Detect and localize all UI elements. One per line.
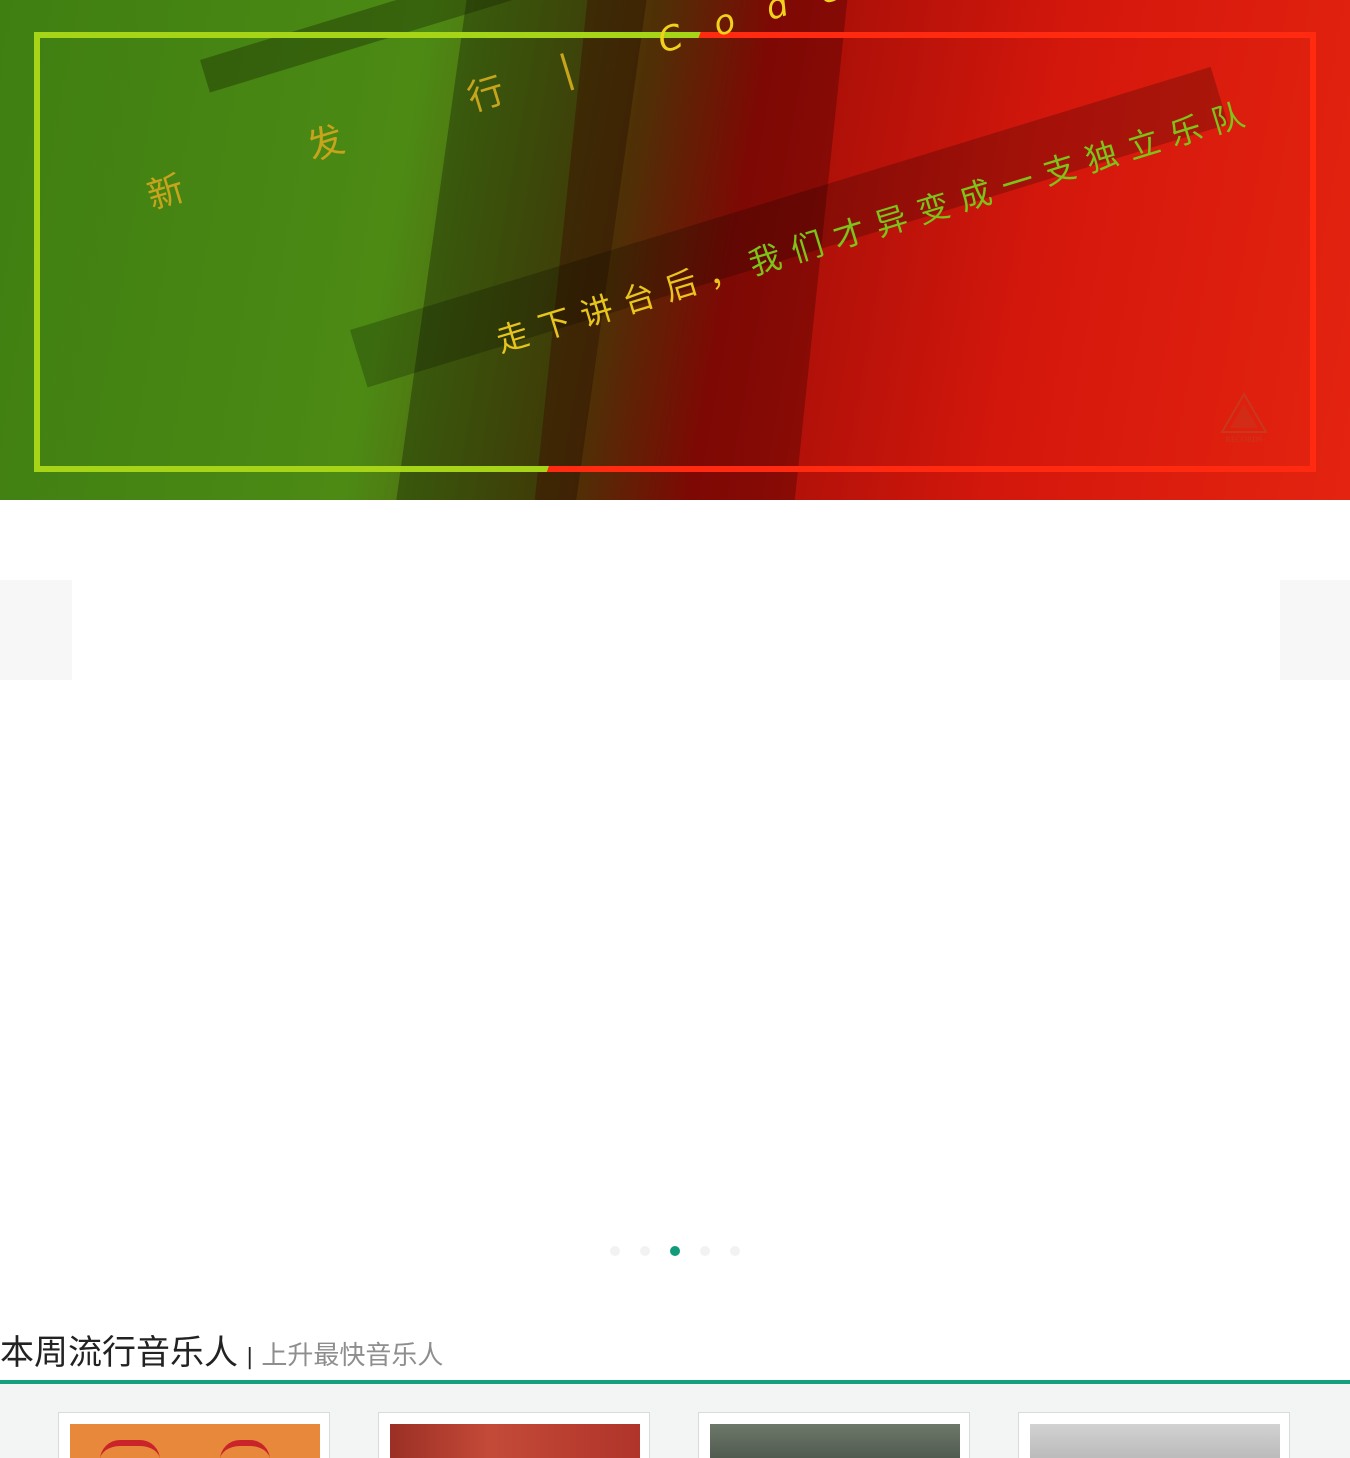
artist-thumbnail <box>1030 1424 1280 1458</box>
carousel-dot-2[interactable] <box>640 1246 650 1256</box>
artist-card[interactable] <box>698 1412 970 1458</box>
carousel-dot-1[interactable] <box>610 1246 620 1256</box>
tab-fastest-rising[interactable]: 上升最快音乐人 <box>261 1341 443 1371</box>
artist-thumbnail <box>710 1424 960 1458</box>
svg-text:RECORDS: RECORDS <box>1226 435 1263 444</box>
artist-thumbnail <box>390 1424 640 1458</box>
hero-banner[interactable]: 新 发 行|Code-A： 走下讲台后，我们才异变成一支独立乐队 RECORDS <box>0 0 1350 500</box>
carousel-next-button[interactable] <box>1280 580 1350 680</box>
section-header: 本周流行音乐人 | 上升最快音乐人 <box>0 1325 443 1374</box>
artist-card[interactable] <box>1018 1412 1290 1458</box>
carousel-dot-3[interactable] <box>670 1246 680 1256</box>
artist-card[interactable] <box>58 1412 330 1458</box>
artist-thumbnail <box>70 1424 320 1458</box>
artist-cards-area <box>0 1384 1350 1458</box>
carousel-dot-5[interactable] <box>730 1246 740 1256</box>
artist-card[interactable] <box>378 1412 650 1458</box>
tab-divider: | <box>246 1345 254 1370</box>
carousel-pagination <box>0 1246 1350 1260</box>
tab-weekly-popular[interactable]: 本周流行音乐人 <box>0 1333 238 1373</box>
records-logo: RECORDS <box>1218 392 1270 446</box>
carousel-prev-button[interactable] <box>0 580 72 680</box>
carousel-dot-4[interactable] <box>700 1246 710 1256</box>
